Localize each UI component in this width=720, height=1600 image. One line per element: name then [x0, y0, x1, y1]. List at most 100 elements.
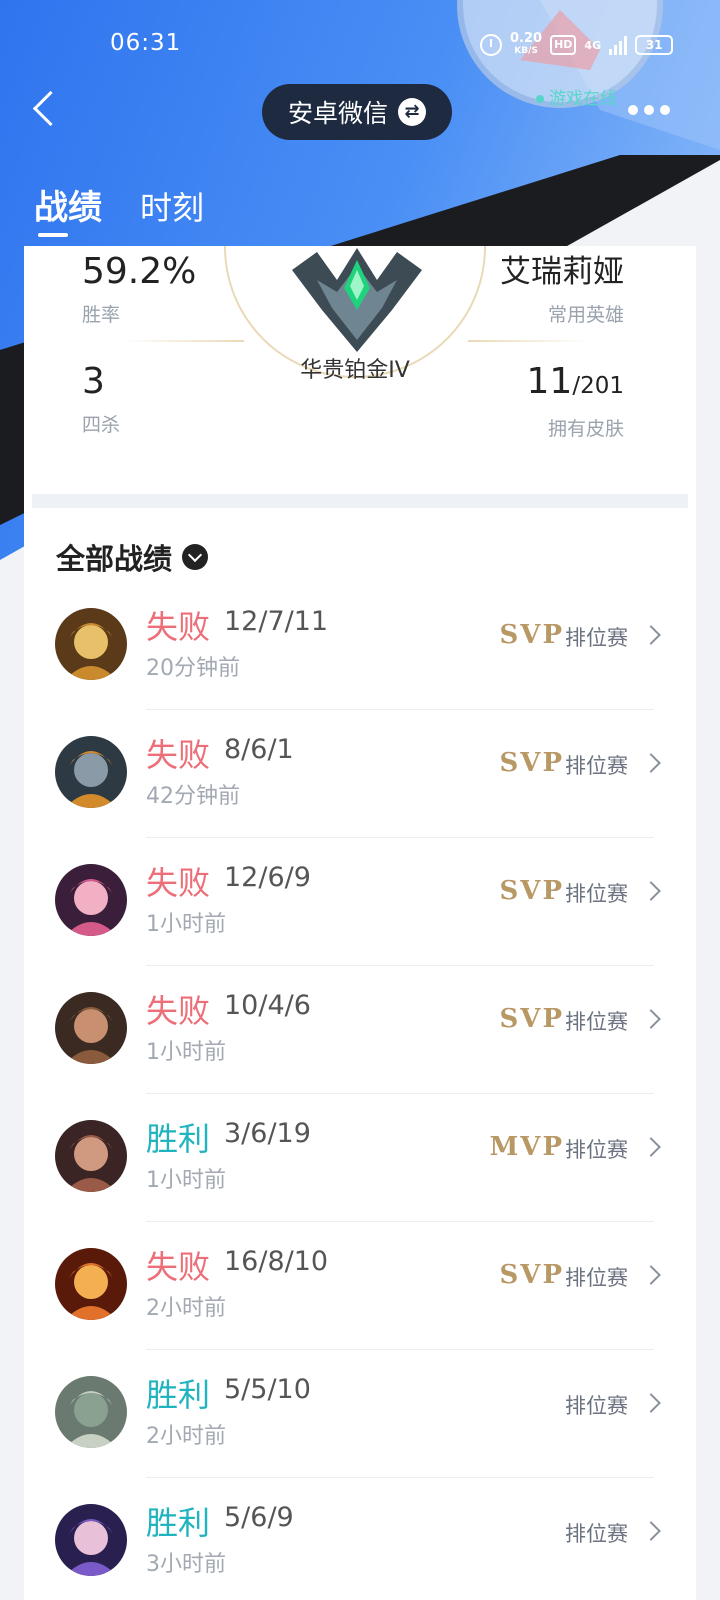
- match-result: 胜利: [146, 1376, 211, 1414]
- match-kda: 16/8/10: [224, 1246, 329, 1277]
- match-row[interactable]: 失败 10/4/6 1小时前 SVP 排位赛: [24, 966, 696, 1094]
- hero-avatar: [55, 864, 127, 936]
- match-row[interactable]: 失败 8/6/1 42分钟前 SVP 排位赛: [24, 710, 696, 838]
- match-mode: 排位赛: [565, 1522, 628, 1546]
- match-kda: 5/5/10: [224, 1374, 311, 1405]
- stat-skins[interactable]: 11/201 拥有皮肤: [527, 362, 624, 441]
- common-hero-value: 艾瑞莉娅: [500, 254, 624, 290]
- status-icons: 0.20 KB/S HD 4G 31: [480, 32, 674, 58]
- match-mode: 排位赛: [565, 1138, 628, 1162]
- match-kda: 3/6/19: [224, 1118, 311, 1149]
- back-button[interactable]: [26, 86, 72, 132]
- match-row[interactable]: 胜利 5/5/10 2小时前 排位赛: [24, 1350, 696, 1478]
- match-kda: 10/4/6: [224, 990, 311, 1021]
- skins-label: 拥有皮肤: [547, 418, 624, 440]
- speed-unit: KB/S: [514, 46, 538, 56]
- match-list: 失败 12/7/11 20分钟前 SVP 排位赛 失败 8/6/1 42分钟前 SVP 排位赛 失败…: [24, 582, 696, 1600]
- chevron-right-icon: [641, 753, 661, 773]
- match-row[interactable]: 失败 16/8/10 2小时前 SVP 排位赛: [24, 1222, 696, 1350]
- chevron-right-icon: [641, 1265, 661, 1285]
- hero-avatar: [55, 1504, 127, 1576]
- chevron-right-icon: [641, 1137, 661, 1157]
- stat-win-rate: 59.2% 胜率: [82, 252, 196, 327]
- match-mode: 排位赛: [565, 626, 628, 650]
- network-type: 4G: [584, 38, 602, 52]
- chevron-right-icon: [641, 1009, 661, 1029]
- match-result: 失败: [146, 608, 211, 646]
- match-badge: SVP: [499, 876, 564, 906]
- stat-quadra-kills: 3 四杀: [82, 362, 120, 437]
- all-records-filter[interactable]: 全部战绩: [56, 536, 209, 578]
- hero-avatar: [55, 992, 127, 1064]
- quadra-kills-value: 3: [82, 361, 105, 402]
- chevron-right-icon: [641, 625, 661, 645]
- status-time: 06:31: [110, 30, 182, 56]
- stat-common-hero[interactable]: 艾瑞莉娅 常用英雄: [500, 252, 624, 327]
- match-result: 失败: [146, 864, 211, 902]
- win-rate-value: 59.2%: [82, 251, 197, 292]
- section-title: 全部战绩: [56, 542, 173, 576]
- rank-label: 华贵铂金IV: [300, 358, 410, 383]
- win-rate-label: 胜率: [82, 304, 121, 326]
- match-badge: SVP: [499, 620, 564, 650]
- signal-icon: [609, 35, 628, 55]
- online-status: 游戏在线: [536, 84, 617, 109]
- match-kda: 5/6/9: [224, 1502, 294, 1533]
- rank-divider-left: [124, 340, 244, 342]
- match-badge: SVP: [499, 748, 564, 778]
- chevron-right-icon: [641, 881, 661, 901]
- rank-divider-right: [468, 340, 588, 342]
- match-badge: SVP: [499, 1260, 564, 1290]
- record-card: 59.2% 胜率 3 四杀 华贵铂金IV 艾瑞莉娅 常用英雄 11/201 拥有…: [24, 246, 696, 1600]
- hero-avatar: [55, 1376, 127, 1448]
- hero-avatar: [55, 736, 127, 808]
- match-time: 1小时前: [146, 1168, 226, 1193]
- skins-value: 11/201: [527, 362, 624, 406]
- match-time: 2小时前: [146, 1424, 226, 1449]
- hero-avatar: [55, 1120, 127, 1192]
- status-bar: 06:31 0.20 KB/S HD 4G 31: [0, 0, 720, 90]
- match-badge: SVP: [499, 1004, 564, 1034]
- match-time: 1小时前: [146, 1040, 226, 1065]
- chevron-right-icon: [641, 1521, 661, 1541]
- tab-record[interactable]: 战绩: [34, 180, 102, 237]
- account-switch-label: 安卓微信: [287, 99, 388, 128]
- match-row[interactable]: 失败 12/6/9 1小时前 SVP 排位赛: [24, 838, 696, 966]
- chevron-right-icon: [641, 1393, 661, 1413]
- match-row[interactable]: 胜利 5/6/9 3小时前 排位赛: [24, 1478, 696, 1600]
- quadra-kills-label: 四杀: [82, 414, 121, 436]
- match-kda: 12/6/9: [224, 862, 311, 893]
- match-time: 20分钟前: [146, 656, 240, 681]
- common-hero-label: 常用英雄: [547, 304, 624, 326]
- match-result: 失败: [146, 1248, 211, 1286]
- match-result: 失败: [146, 736, 211, 774]
- match-mode: 排位赛: [565, 754, 628, 778]
- match-mode: 排位赛: [565, 882, 628, 906]
- hero-avatar: [55, 608, 127, 680]
- match-mode: 排位赛: [565, 1266, 628, 1290]
- dropdown-icon: [182, 544, 209, 570]
- match-row[interactable]: 胜利 3/6/19 1小时前 MVP 排位赛: [24, 1094, 696, 1222]
- account-switch-button[interactable]: 安卓微信 ⇄: [262, 84, 452, 140]
- match-time: 1小时前: [146, 912, 226, 937]
- match-badge: MVP: [489, 1132, 564, 1162]
- match-time: 2小时前: [146, 1296, 226, 1321]
- switch-icon: ⇄: [398, 98, 426, 126]
- more-button[interactable]: [628, 98, 678, 122]
- match-result: 胜利: [146, 1504, 211, 1542]
- match-time: 42分钟前: [146, 784, 240, 809]
- alarm-icon: [480, 34, 502, 56]
- match-mode: 排位赛: [565, 1394, 628, 1418]
- battery-icon: 31: [635, 35, 674, 55]
- match-kda: 12/7/11: [224, 606, 329, 637]
- match-mode: 排位赛: [565, 1010, 628, 1034]
- match-row[interactable]: 失败 12/7/11 20分钟前 SVP 排位赛: [24, 582, 696, 710]
- match-time: 3小时前: [146, 1552, 226, 1577]
- hero-avatar: [55, 1248, 127, 1320]
- match-kda: 8/6/1: [224, 734, 294, 765]
- tab-moments[interactable]: 时刻: [140, 183, 204, 229]
- section-divider: [32, 494, 688, 508]
- platinum-rank-icon[interactable]: [282, 246, 432, 356]
- match-result: 胜利: [146, 1120, 211, 1158]
- skins-owned: 11: [526, 361, 573, 402]
